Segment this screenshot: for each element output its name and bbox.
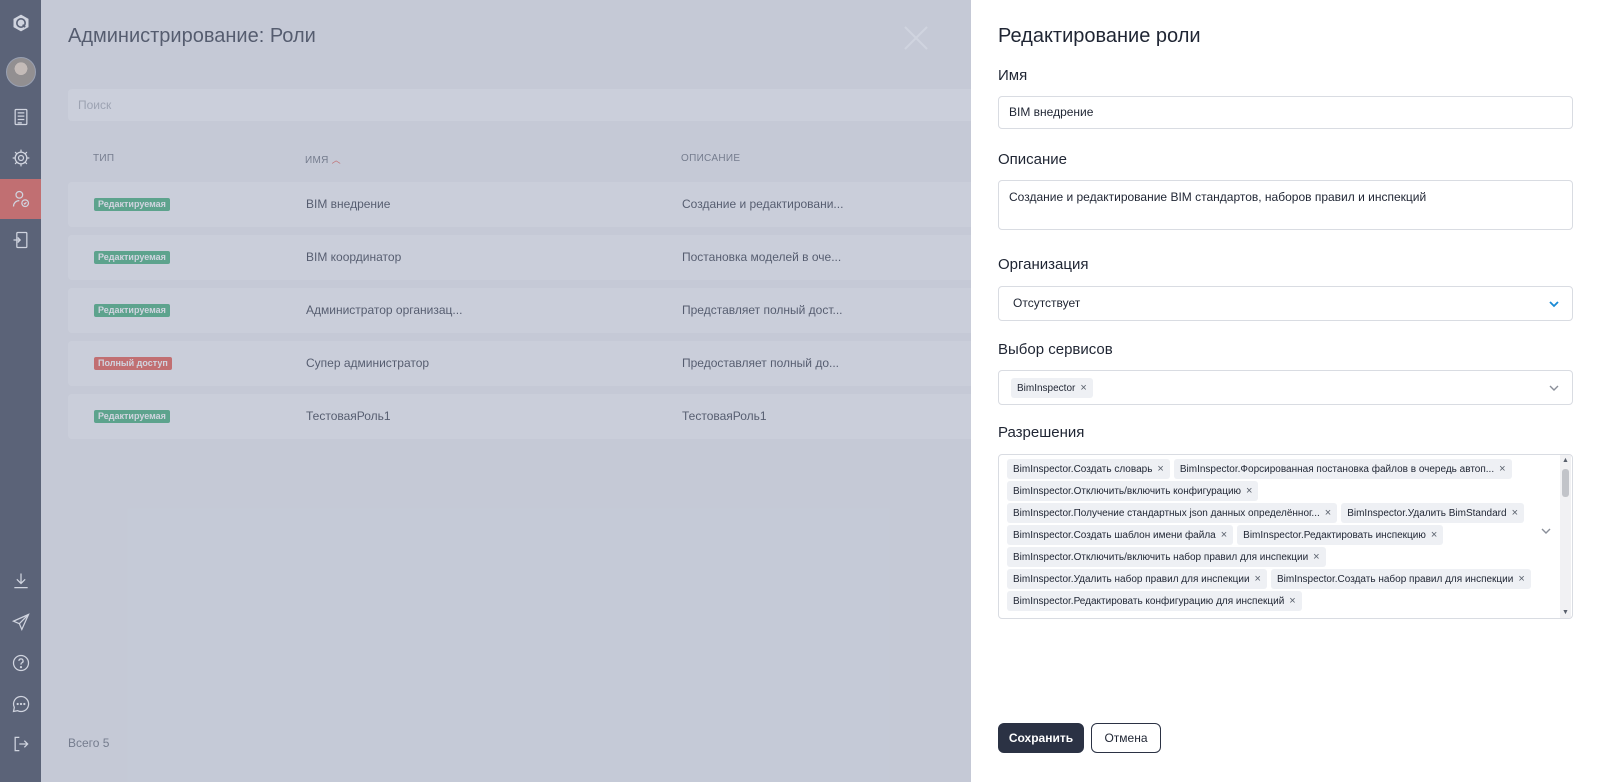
remove-tag-icon[interactable]: × [1431, 529, 1437, 541]
scroll-thumb[interactable] [1562, 469, 1569, 497]
description-field[interactable]: Создание и редактирование BIM стандартов… [998, 180, 1573, 230]
permission-tag: BimInspector.Создать набор правил для ин… [1270, 569, 1531, 589]
chevron-down-icon [1549, 385, 1559, 391]
description-text: Создание и редактирование BIM стандартов… [1009, 190, 1427, 204]
permission-tag-label: BimInspector.Создать шаблон имени файла [1013, 529, 1216, 541]
remove-tag-icon[interactable]: × [1157, 463, 1163, 475]
services-label: Выбор сервисов [998, 341, 1113, 358]
permission-tag: BimInspector.Редактировать конфигурацию … [1007, 591, 1302, 611]
modal-backdrop[interactable] [0, 0, 971, 782]
permission-tag: BimInspector.Форсированная постановка фа… [1173, 459, 1512, 479]
permission-tag-label: BimInspector.Создать набор правил для ин… [1276, 573, 1514, 585]
chevron-down-icon [1541, 528, 1551, 534]
service-tag-label: BimInspector [1017, 382, 1076, 394]
chevron-down-icon [1549, 300, 1559, 307]
name-label: Имя [998, 67, 1028, 84]
remove-tag-icon[interactable]: × [1255, 573, 1261, 585]
remove-tag-icon[interactable]: × [1499, 463, 1505, 475]
remove-tag-icon[interactable]: × [1246, 485, 1252, 497]
name-field[interactable]: BIM внедрение [998, 96, 1573, 129]
permission-tag-label: BimInspector.Отключить/включить набор пр… [1013, 551, 1309, 563]
permission-tag-label: BimInspector.Удалить BimStandard [1347, 507, 1507, 519]
permission-tag: BimInspector.Отключить/включить набор пр… [1007, 547, 1326, 567]
organization-select[interactable]: Отсутствует [998, 286, 1573, 321]
save-button[interactable]: Сохранить [998, 723, 1084, 753]
permission-tag-label: BimInspector.Отключить/включить конфигур… [1013, 485, 1242, 497]
remove-tag-icon[interactable]: × [1512, 507, 1518, 519]
permissions-label: Разрешения [998, 424, 1085, 441]
scroll-down-icon[interactable]: ▼ [1560, 609, 1571, 616]
organization-label: Организация [998, 256, 1089, 273]
permission-tag-label: BimInspector.Редактировать конфигурацию … [1013, 595, 1285, 607]
cancel-button[interactable]: Отмена [1091, 723, 1161, 753]
permission-tag: BimInspector.Создать словарь × [1007, 459, 1170, 479]
permission-tag-label: BimInspector.Создать словарь [1013, 463, 1153, 475]
edit-role-panel: Редактирование роли Имя BIM внедрение Оп… [971, 0, 1600, 782]
remove-tag-icon[interactable]: × [1080, 382, 1086, 394]
remove-tag-icon[interactable]: × [1221, 529, 1227, 541]
permission-tag-label: BimInspector.Получение стандартных json … [1013, 507, 1320, 519]
remove-tag-icon[interactable]: × [1289, 595, 1295, 607]
scrollbar[interactable]: ▲ ▼ [1560, 455, 1571, 618]
services-select[interactable]: BimInspector × [998, 370, 1573, 405]
permission-tag: BimInspector.Создать шаблон имени файла × [1007, 525, 1234, 545]
permission-tag: BimInspector.Удалить набор правил для ин… [1007, 569, 1267, 589]
permission-tags: BimInspector.Создать словарь × BimInspect… [1007, 459, 1531, 613]
permissions-select[interactable]: BimInspector.Создать словарь × BimInspect… [998, 454, 1573, 619]
permission-tag: BimInspector.Получение стандартных json … [1007, 503, 1338, 523]
service-tag: BimInspector × [1011, 378, 1093, 398]
description-label: Описание [998, 151, 1068, 168]
remove-tag-icon[interactable]: × [1325, 507, 1331, 519]
permission-tag: BimInspector.Удалить BimStandard × [1341, 503, 1524, 523]
permission-tag: BimInspector.Редактировать инспекцию × [1237, 525, 1444, 545]
remove-tag-icon[interactable]: × [1518, 573, 1524, 585]
permission-tag-label: BimInspector.Редактировать инспекцию [1243, 529, 1426, 541]
permission-tag-label: BimInspector.Удалить набор правил для ин… [1013, 573, 1250, 585]
permission-tag: BimInspector.Отключить/включить конфигур… [1007, 481, 1259, 501]
permission-tag-label: BimInspector.Форсированная постановка фа… [1179, 463, 1495, 475]
panel-title: Редактирование роли [998, 25, 1201, 47]
organization-value: Отсутствует [1013, 296, 1081, 310]
scroll-up-icon[interactable]: ▲ [1560, 457, 1571, 464]
remove-tag-icon[interactable]: × [1313, 551, 1319, 563]
